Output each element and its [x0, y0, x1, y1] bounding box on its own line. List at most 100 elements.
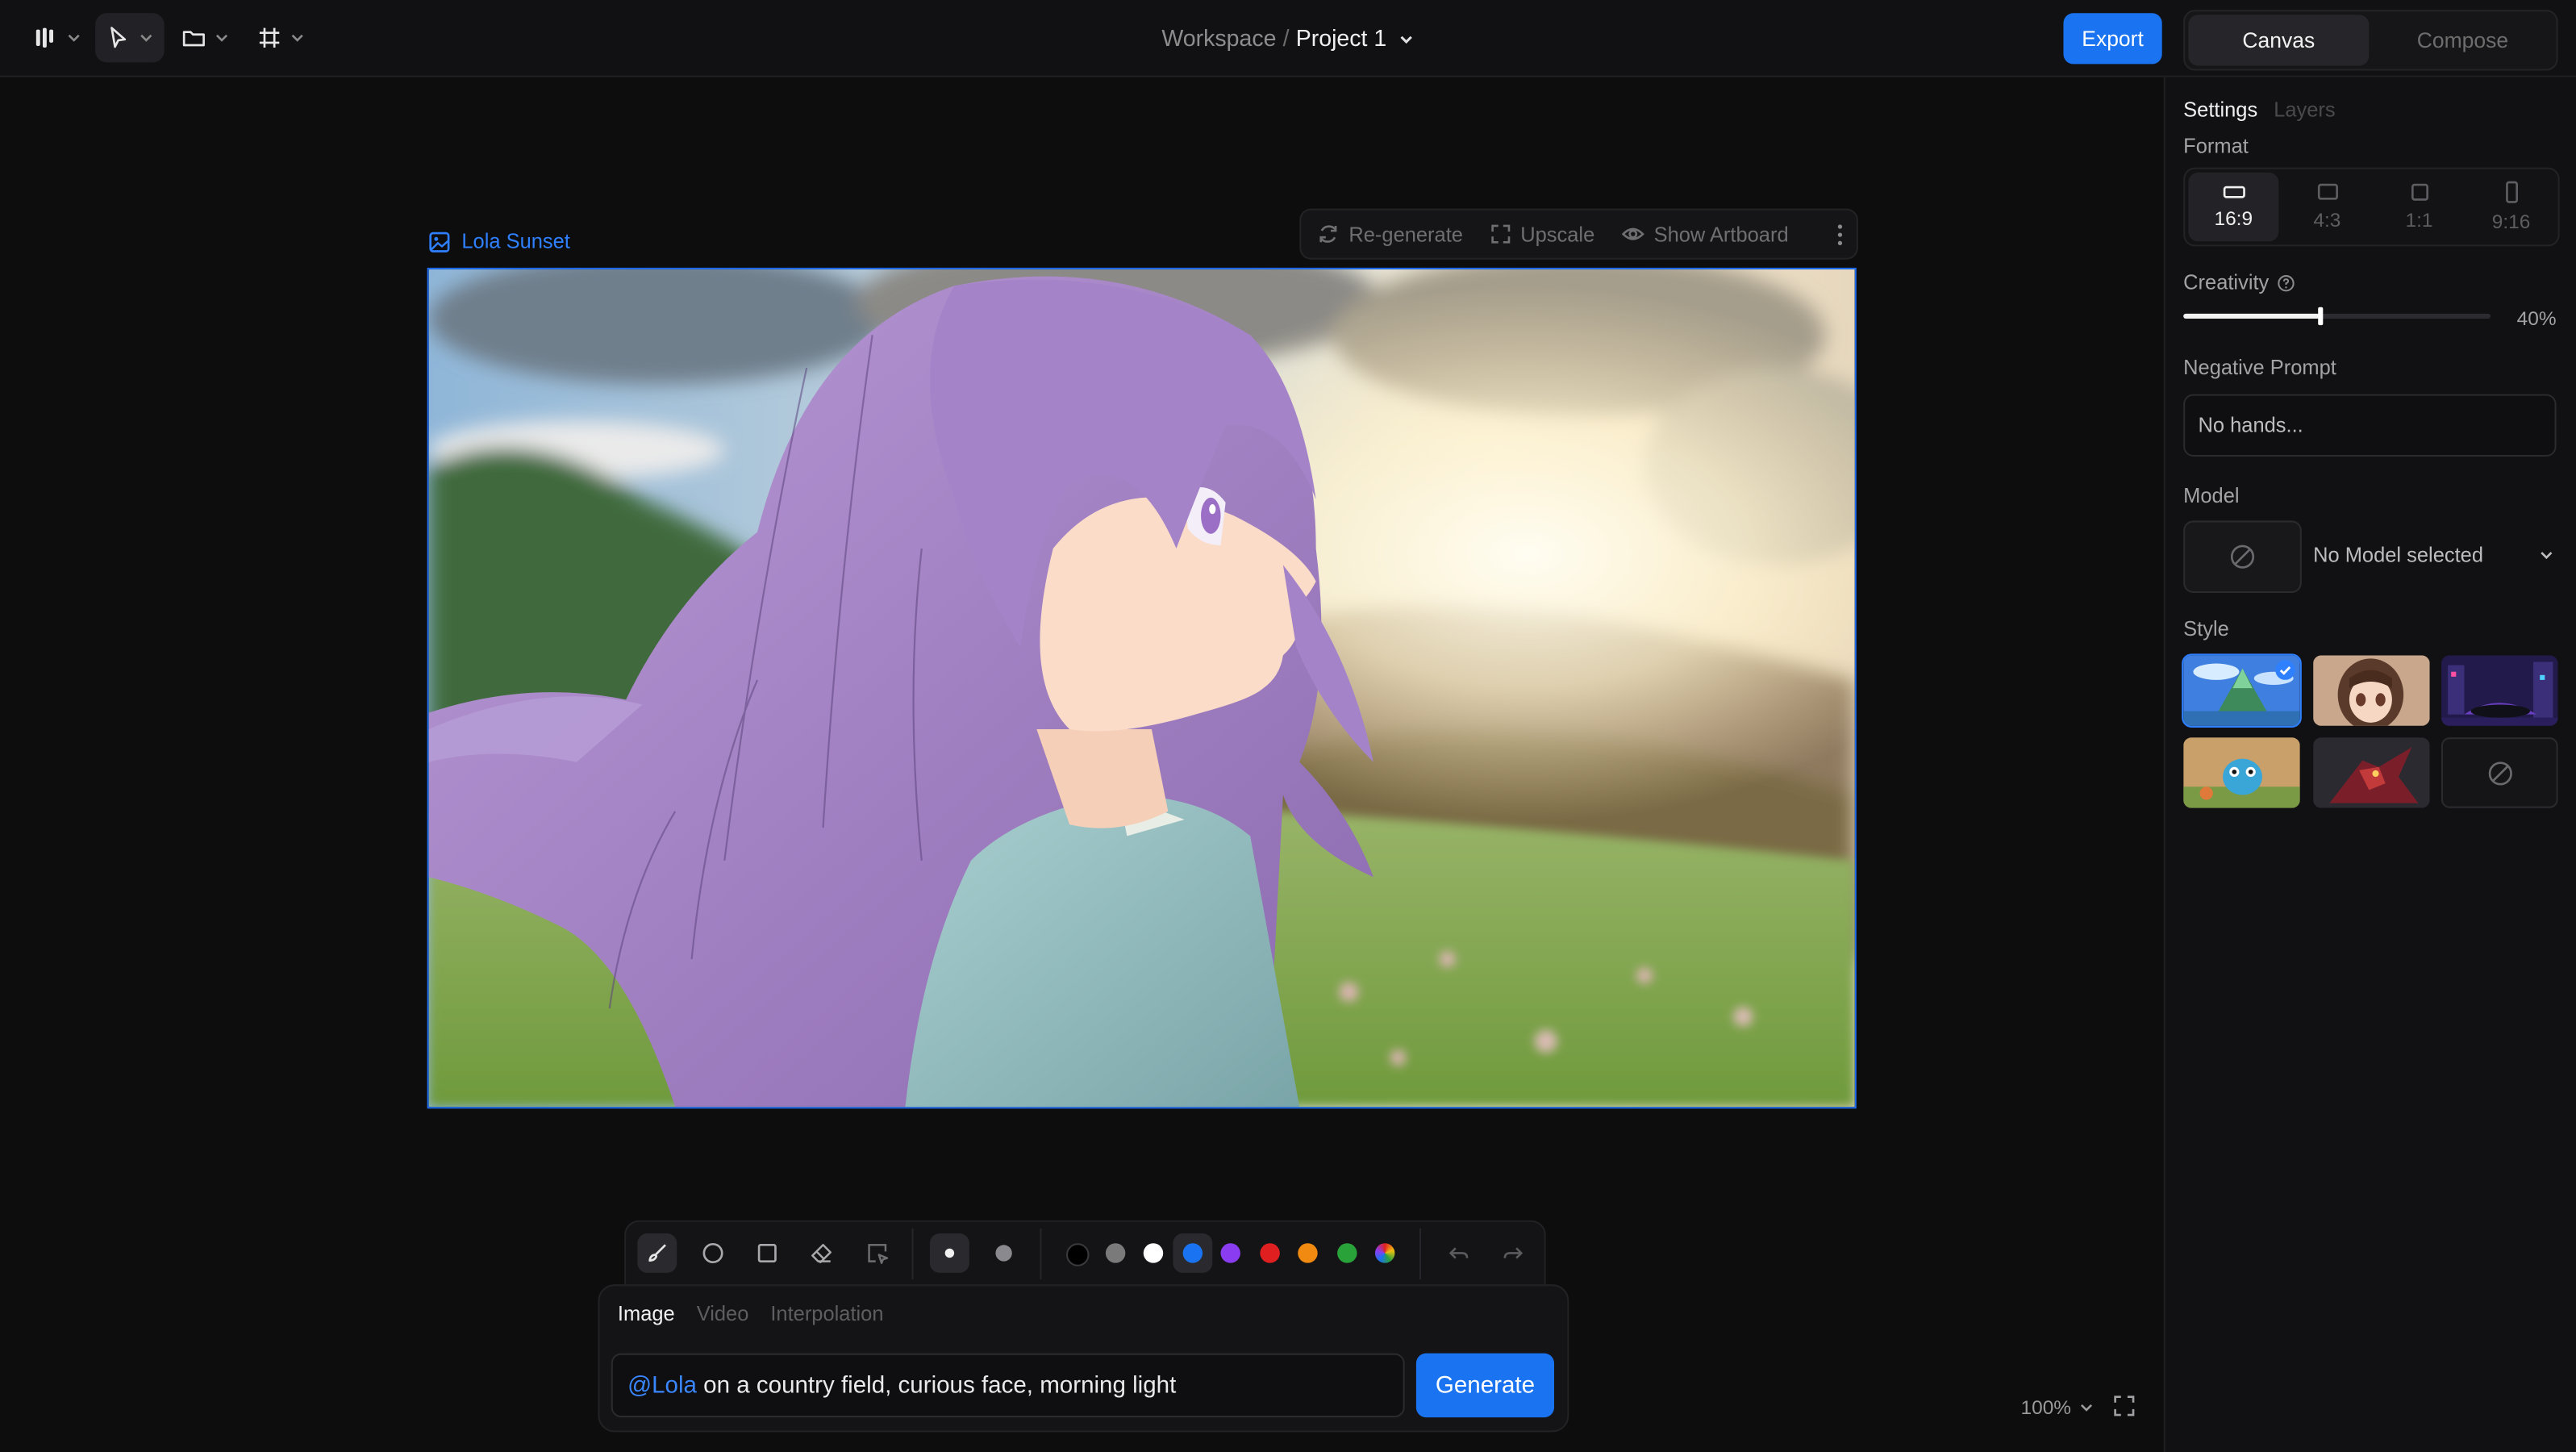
style-3d-creature-thumb — [2183, 737, 2300, 808]
format-4-3-label: 4:3 — [2313, 208, 2341, 232]
color-swatch-red[interactable] — [1260, 1243, 1280, 1263]
no-symbol-icon — [2487, 761, 2511, 785]
prompt-text: on a country field, curious face, mornin… — [696, 1372, 1177, 1399]
landscape-16-9-icon — [2222, 186, 2245, 198]
divider — [1040, 1228, 1042, 1280]
breadcrumb-project[interactable]: Project 1 — [1296, 25, 1387, 52]
style-anime-girl[interactable] — [2313, 655, 2430, 726]
style-label: Style — [2183, 617, 2229, 641]
format-16-9[interactable]: 16:9 — [2188, 172, 2279, 242]
anime-girl-sunset-illustration — [428, 269, 1855, 1108]
fullscreen-button[interactable] — [2113, 1395, 2136, 1418]
style-cyberpunk-city-thumb — [2441, 655, 2558, 726]
color-swatch-purple[interactable] — [1220, 1243, 1240, 1263]
settings-panel: Settings Layers Format 16:9 4:3 1:1 9:16… — [2163, 77, 2576, 1452]
color-swatch-blue — [1182, 1243, 1203, 1263]
chevron-down-icon — [2541, 552, 2553, 560]
show-artboard-button[interactable]: Show Artboard — [1621, 222, 1789, 246]
regenerate-button[interactable]: Re-generate — [1318, 222, 1463, 246]
tab-settings[interactable]: Settings — [2183, 98, 2257, 122]
no-symbol-icon — [2230, 544, 2255, 569]
upscale-label: Upscale — [1520, 222, 1595, 246]
upscale-button[interactable]: Upscale — [1490, 222, 1595, 246]
eye-icon — [1621, 227, 1644, 240]
refresh-icon — [1319, 225, 1337, 243]
format-1-1[interactable]: 1:1 — [2374, 173, 2464, 242]
color-swatch-orange[interactable] — [1298, 1243, 1318, 1263]
format-16-9-label: 16:9 — [2214, 207, 2253, 231]
creativity-slider[interactable] — [2183, 307, 2491, 326]
negative-prompt-label: Negative Prompt — [2183, 356, 2336, 380]
dot-large-icon — [995, 1245, 1012, 1262]
color-swatch-white[interactable] — [1143, 1243, 1164, 1263]
chevron-down-icon — [2080, 1404, 2092, 1412]
more-options-button[interactable] — [1836, 223, 1843, 246]
color-swatch-blue-selected[interactable] — [1173, 1233, 1213, 1273]
select-icon — [868, 1244, 889, 1264]
prompt-input[interactable]: @Lola on a country field, curious face, … — [611, 1353, 1405, 1418]
style-mecha[interactable] — [2313, 737, 2430, 808]
prompt-mention[interactable]: @Lola — [627, 1372, 697, 1399]
tab-interpolation[interactable]: Interpolation — [770, 1303, 883, 1326]
regenerate-label: Re-generate — [1348, 222, 1463, 246]
color-swatch-green[interactable] — [1337, 1243, 1357, 1263]
export-button[interactable]: Export — [2063, 13, 2162, 65]
mode-switch: Canvas Compose — [2183, 10, 2558, 71]
creativity-label-row: Creativity — [2183, 271, 2295, 294]
brush-size-small[interactable] — [929, 1233, 969, 1273]
tab-canvas[interactable]: Canvas — [2188, 15, 2370, 66]
expand-icon — [1490, 224, 1510, 244]
tab-video[interactable]: Video — [697, 1303, 749, 1326]
artboard-title[interactable]: Lola Sunset — [429, 228, 570, 255]
style-anime-girl-thumb — [2313, 655, 2430, 726]
model-label: Model — [2183, 484, 2240, 508]
zoom-level: 100% — [2020, 1396, 2072, 1420]
color-picker-multicolor[interactable] — [1374, 1243, 1395, 1263]
style-fantasy-landscape[interactable] — [2182, 653, 2302, 728]
brush-icon — [648, 1244, 666, 1262]
model-thumbnail[interactable] — [2183, 520, 2302, 593]
app-window: Workspace / Project 1 Export Canvas Compos… — [0, 0, 2576, 1452]
rectangle-tool-button[interactable] — [748, 1233, 787, 1273]
style-cyberpunk-city[interactable] — [2441, 655, 2558, 726]
style-none[interactable] — [2441, 737, 2558, 808]
model-select[interactable]: No Model selected — [2313, 543, 2554, 567]
undo-icon — [1448, 1247, 1469, 1259]
style-mecha-thumb — [2313, 737, 2430, 808]
eraser-tool-button[interactable] — [802, 1233, 841, 1273]
format-4-3[interactable]: 4:3 — [2282, 173, 2372, 242]
show-artboard-label: Show Artboard — [1653, 222, 1789, 246]
redo-button[interactable] — [1494, 1233, 1533, 1273]
model-select-value: No Model selected — [2313, 543, 2483, 567]
style-3d-creature[interactable] — [2183, 737, 2300, 808]
landscape-4-3-icon — [2316, 183, 2337, 200]
circle-tool-button[interactable] — [694, 1233, 733, 1273]
artboard-label: Lola Sunset — [461, 230, 570, 253]
top-bar: Workspace / Project 1 Export Canvas Compos… — [0, 0, 2576, 77]
zoom-control[interactable]: 100% — [2020, 1396, 2095, 1420]
image-icon — [429, 231, 450, 252]
tab-layers[interactable]: Layers — [2274, 98, 2335, 122]
select-tool-button[interactable] — [857, 1233, 897, 1273]
circle-icon — [702, 1242, 723, 1263]
help-icon[interactable] — [2277, 273, 2295, 291]
breadcrumb-workspace[interactable]: Workspace — [1161, 25, 1276, 52]
color-swatch-gray[interactable] — [1105, 1243, 1126, 1263]
format-9-16[interactable]: 9:16 — [2466, 173, 2557, 242]
color-swatch-black[interactable] — [1066, 1243, 1090, 1266]
negative-prompt-input[interactable]: No hands... — [2183, 394, 2557, 457]
creativity-slider-thumb[interactable] — [2317, 307, 2323, 326]
chevron-down-icon[interactable] — [1398, 31, 1414, 48]
artboard-toolbar: Re-generate Upscale Show Artboard — [1299, 208, 1858, 260]
format-9-16-label: 9:16 — [2491, 210, 2531, 234]
brush-size-large[interactable] — [984, 1233, 1023, 1273]
creativity-slider-fill — [2183, 313, 2320, 319]
generated-image[interactable] — [427, 267, 1857, 1109]
undo-button[interactable] — [1439, 1233, 1478, 1273]
dot-small-icon — [944, 1248, 955, 1258]
brush-tool-button[interactable] — [637, 1233, 677, 1273]
tab-image[interactable]: Image — [618, 1303, 675, 1326]
format-1-1-label: 1:1 — [2405, 208, 2433, 232]
generate-button[interactable]: Generate — [1415, 1353, 1555, 1418]
tab-compose[interactable]: Compose — [2372, 15, 2553, 65]
